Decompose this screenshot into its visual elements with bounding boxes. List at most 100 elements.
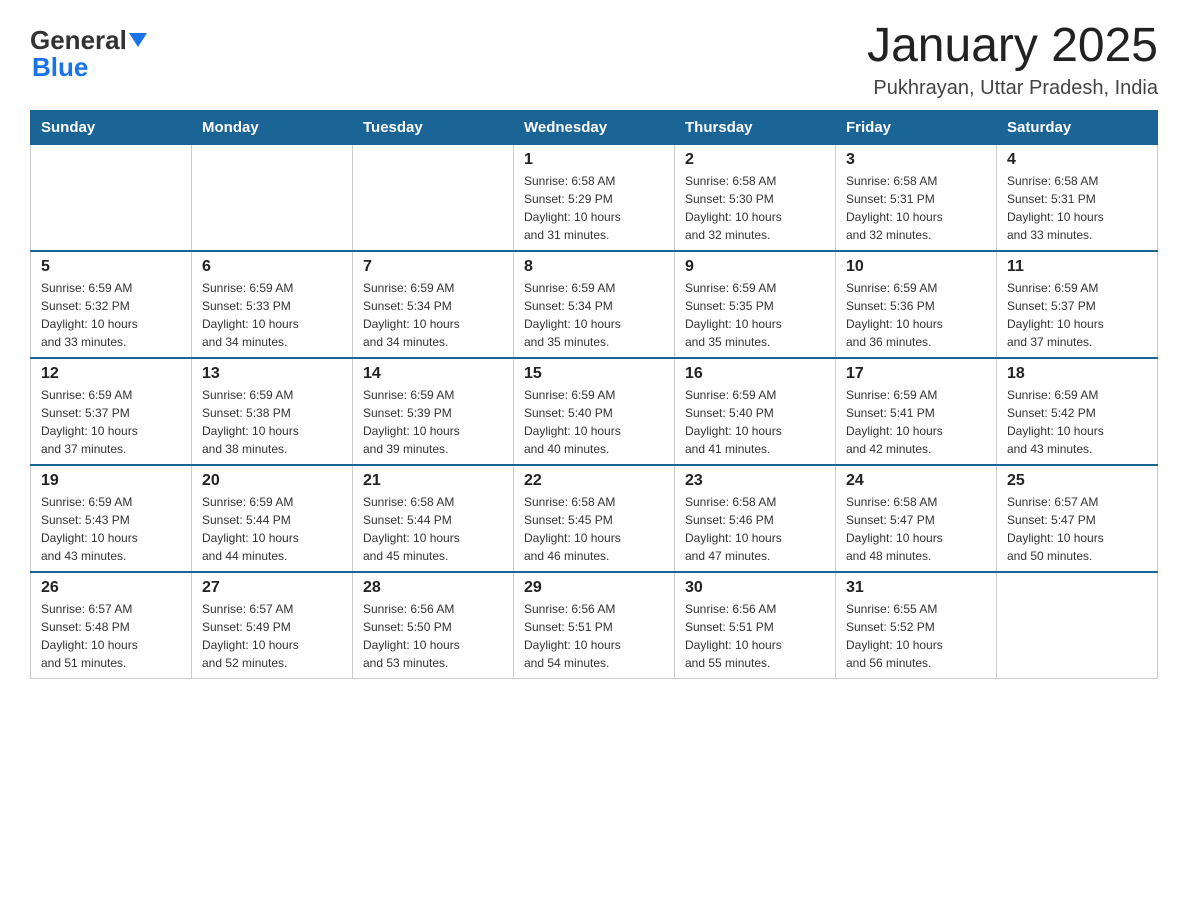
day-number: 13: [202, 365, 342, 383]
calendar-day-cell: 2Sunrise: 6:58 AM Sunset: 5:30 PM Daylig…: [675, 144, 836, 251]
day-info: Sunrise: 6:58 AM Sunset: 5:31 PM Dayligh…: [846, 172, 986, 244]
calendar-day-cell: 12 Sunrise: 6:59 AM Sunset: 5:37 PM Dayli…: [31, 358, 192, 465]
calendar-day-cell: 4 Sunrise: 6:58 AM Sunset: 5:31 PM Daylig…: [997, 144, 1158, 251]
calendar-day-cell: 1 Sunrise: 6:58 AM Sunset: 5:29 PM Daylig…: [514, 144, 675, 251]
calendar-day-cell: 3 Sunrise: 6:58 AM Sunset: 5:31 PM Daylig…: [836, 144, 997, 251]
calendar-day-cell: 23 Sunrise: 6:58 AM Sunset: 5:46 PM Dayli…: [675, 465, 836, 572]
day-info: Sunrise: 6:59 AM Sunset: 5:36 PM Dayligh…: [846, 279, 986, 351]
calendar-day-cell: 7 Sunrise: 6:59 AM Sunset: 5:34 PM Daylig…: [353, 251, 514, 358]
calendar-day-cell: 24 Sunrise: 6:58 AM Sunset: 5:47 PM Dayli…: [836, 465, 997, 572]
day-info: Sunrise: 6:59 AM Sunset: 5:35 PM Dayligh…: [685, 279, 825, 351]
calendar-week-row: 12 Sunrise: 6:59 AM Sunset: 5:37 PM Dayli…: [31, 358, 1158, 465]
calendar-week-row: 1 Sunrise: 6:58 AM Sunset: 5:29 PM Daylig…: [31, 144, 1158, 251]
calendar-day-cell: 29Sunrise: 6:56 AM Sunset: 5:51 PM Dayli…: [514, 572, 675, 679]
day-info: Sunrise: 6:58 AM Sunset: 5:44 PM Dayligh…: [363, 493, 503, 565]
calendar-day-cell: 6 Sunrise: 6:59 AM Sunset: 5:33 PM Daylig…: [192, 251, 353, 358]
page-header: General Blue January 2025 Pukhrayan, Utt…: [30, 20, 1158, 100]
calendar-day-cell: 21Sunrise: 6:58 AM Sunset: 5:44 PM Dayli…: [353, 465, 514, 572]
calendar-day-cell: 5 Sunrise: 6:59 AM Sunset: 5:32 PM Daylig…: [31, 251, 192, 358]
day-info: Sunrise: 6:58 AM Sunset: 5:45 PM Dayligh…: [524, 493, 664, 565]
calendar-day-cell: [31, 144, 192, 251]
calendar-week-row: 19 Sunrise: 6:59 AM Sunset: 5:43 PM Dayli…: [31, 465, 1158, 572]
day-number: 3: [846, 151, 986, 169]
day-info: Sunrise: 6:59 AM Sunset: 5:39 PM Dayligh…: [363, 386, 503, 458]
day-number: 14: [363, 365, 503, 383]
day-number: 16: [685, 365, 825, 383]
calendar-day-cell: 27Sunrise: 6:57 AM Sunset: 5:49 PM Dayli…: [192, 572, 353, 679]
calendar-day-cell: 10 Sunrise: 6:59 AM Sunset: 5:36 PM Dayli…: [836, 251, 997, 358]
day-number: 19: [41, 472, 181, 490]
calendar-day-cell: 19 Sunrise: 6:59 AM Sunset: 5:43 PM Dayli…: [31, 465, 192, 572]
day-info: Sunrise: 6:56 AM Sunset: 5:51 PM Dayligh…: [685, 600, 825, 672]
day-info: Sunrise: 6:59 AM Sunset: 5:40 PM Dayligh…: [524, 386, 664, 458]
day-number: 31: [846, 579, 986, 597]
day-number: 27: [202, 579, 342, 597]
day-number: 18: [1007, 365, 1147, 383]
calendar-day-cell: 16Sunrise: 6:59 AM Sunset: 5:40 PM Dayli…: [675, 358, 836, 465]
day-info: Sunrise: 6:59 AM Sunset: 5:34 PM Dayligh…: [524, 279, 664, 351]
day-number: 28: [363, 579, 503, 597]
day-number: 30: [685, 579, 825, 597]
day-number: 23: [685, 472, 825, 490]
logo: General Blue: [30, 20, 147, 83]
day-number: 4: [1007, 151, 1147, 169]
day-number: 12: [41, 365, 181, 383]
day-info: Sunrise: 6:58 AM Sunset: 5:31 PM Dayligh…: [1007, 172, 1147, 244]
day-info: Sunrise: 6:59 AM Sunset: 5:34 PM Dayligh…: [363, 279, 503, 351]
day-number: 1: [524, 151, 664, 169]
day-info: Sunrise: 6:59 AM Sunset: 5:37 PM Dayligh…: [1007, 279, 1147, 351]
calendar-day-cell: 31 Sunrise: 6:55 AM Sunset: 5:52 PM Dayli…: [836, 572, 997, 679]
calendar-day-cell: 30 Sunrise: 6:56 AM Sunset: 5:51 PM Dayli…: [675, 572, 836, 679]
day-info: Sunrise: 6:59 AM Sunset: 5:32 PM Dayligh…: [41, 279, 181, 351]
calendar-day-header: Friday: [836, 110, 997, 144]
day-number: 15: [524, 365, 664, 383]
day-number: 8: [524, 258, 664, 276]
day-info: Sunrise: 6:59 AM Sunset: 5:43 PM Dayligh…: [41, 493, 181, 565]
calendar-day-cell: 22Sunrise: 6:58 AM Sunset: 5:45 PM Dayli…: [514, 465, 675, 572]
month-title: January 2025: [867, 20, 1158, 73]
day-number: 26: [41, 579, 181, 597]
calendar-day-cell: 20Sunrise: 6:59 AM Sunset: 5:44 PM Dayli…: [192, 465, 353, 572]
calendar-header-row: SundayMondayTuesdayWednesdayThursdayFrid…: [31, 110, 1158, 144]
title-block: January 2025 Pukhrayan, Uttar Pradesh, I…: [867, 20, 1158, 100]
day-number: 17: [846, 365, 986, 383]
day-number: 2: [685, 151, 825, 169]
calendar-day-cell: 28Sunrise: 6:56 AM Sunset: 5:50 PM Dayli…: [353, 572, 514, 679]
day-info: Sunrise: 6:58 AM Sunset: 5:46 PM Dayligh…: [685, 493, 825, 565]
calendar-day-header: Saturday: [997, 110, 1158, 144]
calendar-day-cell: 9 Sunrise: 6:59 AM Sunset: 5:35 PM Daylig…: [675, 251, 836, 358]
logo-triangle-icon: [129, 33, 147, 51]
day-info: Sunrise: 6:59 AM Sunset: 5:41 PM Dayligh…: [846, 386, 986, 458]
calendar-day-header: Wednesday: [514, 110, 675, 144]
calendar-day-cell: 25 Sunrise: 6:57 AM Sunset: 5:47 PM Dayli…: [997, 465, 1158, 572]
day-info: Sunrise: 6:56 AM Sunset: 5:51 PM Dayligh…: [524, 600, 664, 672]
calendar-week-row: 5 Sunrise: 6:59 AM Sunset: 5:32 PM Daylig…: [31, 251, 1158, 358]
calendar-day-cell: 15 Sunrise: 6:59 AM Sunset: 5:40 PM Dayli…: [514, 358, 675, 465]
day-number: 25: [1007, 472, 1147, 490]
day-info: Sunrise: 6:57 AM Sunset: 5:47 PM Dayligh…: [1007, 493, 1147, 565]
calendar-day-cell: 26 Sunrise: 6:57 AM Sunset: 5:48 PM Dayli…: [31, 572, 192, 679]
day-info: Sunrise: 6:58 AM Sunset: 5:47 PM Dayligh…: [846, 493, 986, 565]
calendar-day-cell: [997, 572, 1158, 679]
day-number: 5: [41, 258, 181, 276]
day-info: Sunrise: 6:59 AM Sunset: 5:37 PM Dayligh…: [41, 386, 181, 458]
day-info: Sunrise: 6:55 AM Sunset: 5:52 PM Dayligh…: [846, 600, 986, 672]
day-number: 9: [685, 258, 825, 276]
day-number: 6: [202, 258, 342, 276]
day-info: Sunrise: 6:59 AM Sunset: 5:44 PM Dayligh…: [202, 493, 342, 565]
calendar-table: SundayMondayTuesdayWednesdayThursdayFrid…: [30, 110, 1158, 679]
day-info: Sunrise: 6:59 AM Sunset: 5:38 PM Dayligh…: [202, 386, 342, 458]
day-info: Sunrise: 6:58 AM Sunset: 5:29 PM Dayligh…: [524, 172, 664, 244]
calendar-day-cell: 13 Sunrise: 6:59 AM Sunset: 5:38 PM Dayli…: [192, 358, 353, 465]
calendar-day-header: Sunday: [31, 110, 192, 144]
day-number: 11: [1007, 258, 1147, 276]
day-info: Sunrise: 6:59 AM Sunset: 5:42 PM Dayligh…: [1007, 386, 1147, 458]
day-info: Sunrise: 6:59 AM Sunset: 5:33 PM Dayligh…: [202, 279, 342, 351]
day-number: 24: [846, 472, 986, 490]
day-number: 10: [846, 258, 986, 276]
calendar-week-row: 26 Sunrise: 6:57 AM Sunset: 5:48 PM Dayli…: [31, 572, 1158, 679]
calendar-day-cell: [353, 144, 514, 251]
day-info: Sunrise: 6:57 AM Sunset: 5:48 PM Dayligh…: [41, 600, 181, 672]
day-number: 7: [363, 258, 503, 276]
calendar-day-cell: 8 Sunrise: 6:59 AM Sunset: 5:34 PM Daylig…: [514, 251, 675, 358]
